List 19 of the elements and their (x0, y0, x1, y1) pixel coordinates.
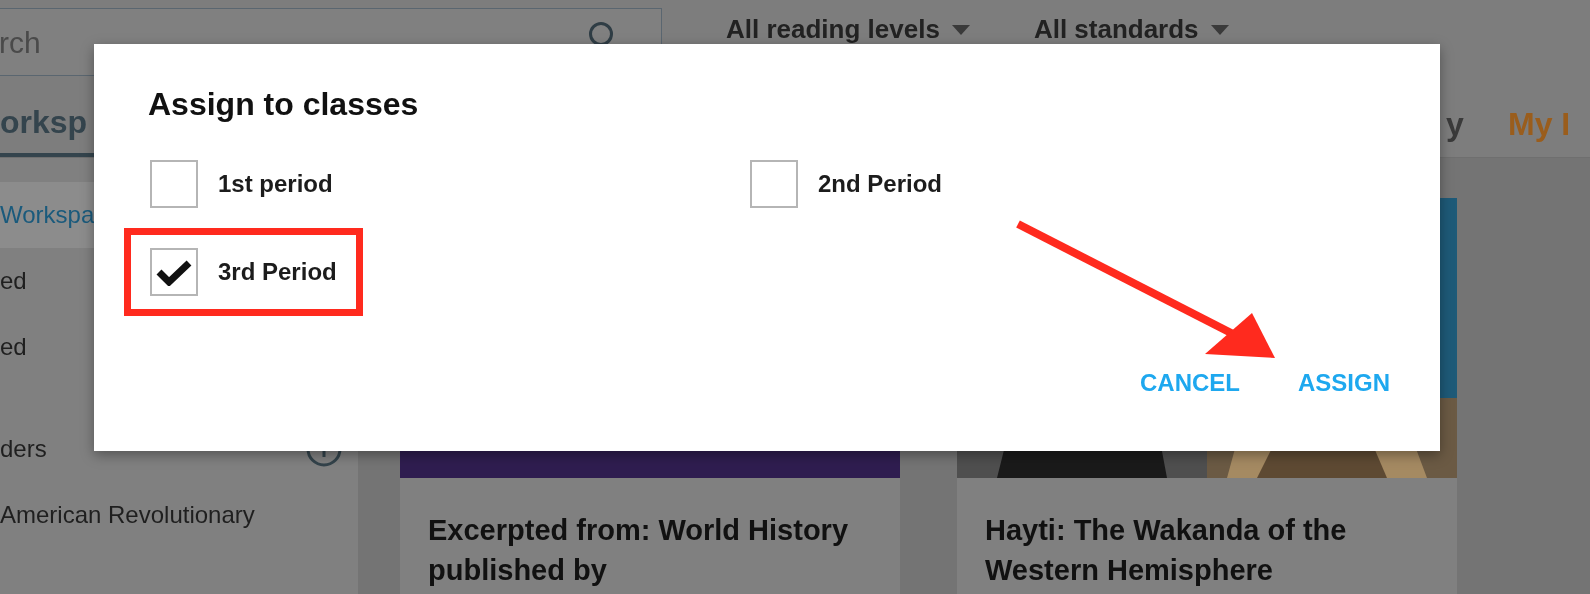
tab[interactable]: y (1446, 90, 1508, 157)
caret-icon (951, 24, 970, 35)
class-label[interactable]: 2nd Period (818, 166, 943, 202)
dialog-button[interactable]: CANCEL (1140, 365, 1240, 401)
dialog-button[interactable]: ASSIGN (1298, 365, 1390, 401)
filter-dropdown[interactable]: All reading levels (726, 10, 970, 49)
card-title: Hayti: The Wakanda of the Western Hemisphere (984, 513, 1348, 588)
filter-dropdown[interactable]: All standards (1033, 10, 1229, 49)
dialog-title: Assign to classes (148, 85, 420, 124)
caret-icon (1210, 24, 1229, 35)
checkmark-icon (156, 258, 192, 286)
class-label[interactable]: 1st period (218, 166, 333, 202)
checkbox[interactable] (150, 248, 198, 296)
search-icon (589, 22, 613, 46)
checkbox[interactable] (750, 160, 798, 208)
checkbox[interactable] (150, 160, 198, 208)
sidebar-item[interactable]: American Revolutionary (0, 482, 358, 548)
class-label[interactable]: 3rd Period (218, 254, 337, 290)
card-title: Excerpted from: World History published by (427, 513, 850, 588)
